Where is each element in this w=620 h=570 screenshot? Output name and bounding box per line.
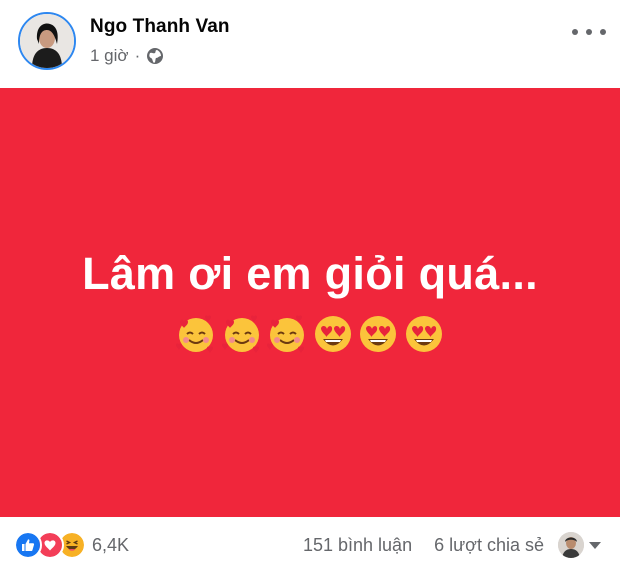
meta-separator: · xyxy=(134,46,141,65)
smiling-face-with-hearts-icon xyxy=(221,315,259,353)
smiling-face-with-hearts-icon xyxy=(176,315,213,353)
heart-eyes-icon xyxy=(405,316,442,352)
facebook-post: Ngo Thanh Van 1 giờ · Lâm ơi em giỏi quá… xyxy=(0,0,620,570)
emoji-row xyxy=(174,310,446,358)
post-time[interactable]: 1 giờ xyxy=(90,46,129,66)
comments-count[interactable]: 151 bình luận xyxy=(303,535,412,556)
post-footer: 6,4K 151 bình luận 6 lượt chia sẻ xyxy=(0,517,620,570)
avatar-photo-icon xyxy=(20,14,74,68)
globe-icon[interactable] xyxy=(146,47,164,65)
reaction-count: 6,4K xyxy=(92,534,130,555)
smiling-face-with-hearts-icon xyxy=(267,315,305,353)
reactions-summary[interactable]: 6,4K xyxy=(14,531,129,559)
like-icon xyxy=(14,531,42,559)
author-name[interactable]: Ngo Thanh Van xyxy=(90,16,230,38)
heart-eyes-icon xyxy=(314,316,351,352)
author-avatar[interactable] xyxy=(18,12,76,70)
viewer-avatar[interactable] xyxy=(558,532,584,558)
viewer-photo-icon xyxy=(558,532,584,558)
more-options-icon[interactable] xyxy=(572,22,606,42)
post-header: Ngo Thanh Van 1 giờ · xyxy=(0,0,620,88)
chevron-down-icon[interactable] xyxy=(588,540,602,550)
heart-eyes-icon xyxy=(360,316,397,352)
shares-count[interactable]: 6 lượt chia sẻ xyxy=(434,535,544,556)
text-post-background[interactable]: Lâm ơi em giỏi quá... xyxy=(0,88,620,517)
post-text: Lâm ơi em giỏi quá... xyxy=(82,248,538,299)
footer-stats: 151 bình luận 6 lượt chia sẻ xyxy=(303,531,602,559)
post-meta: 1 giờ · xyxy=(90,45,164,67)
